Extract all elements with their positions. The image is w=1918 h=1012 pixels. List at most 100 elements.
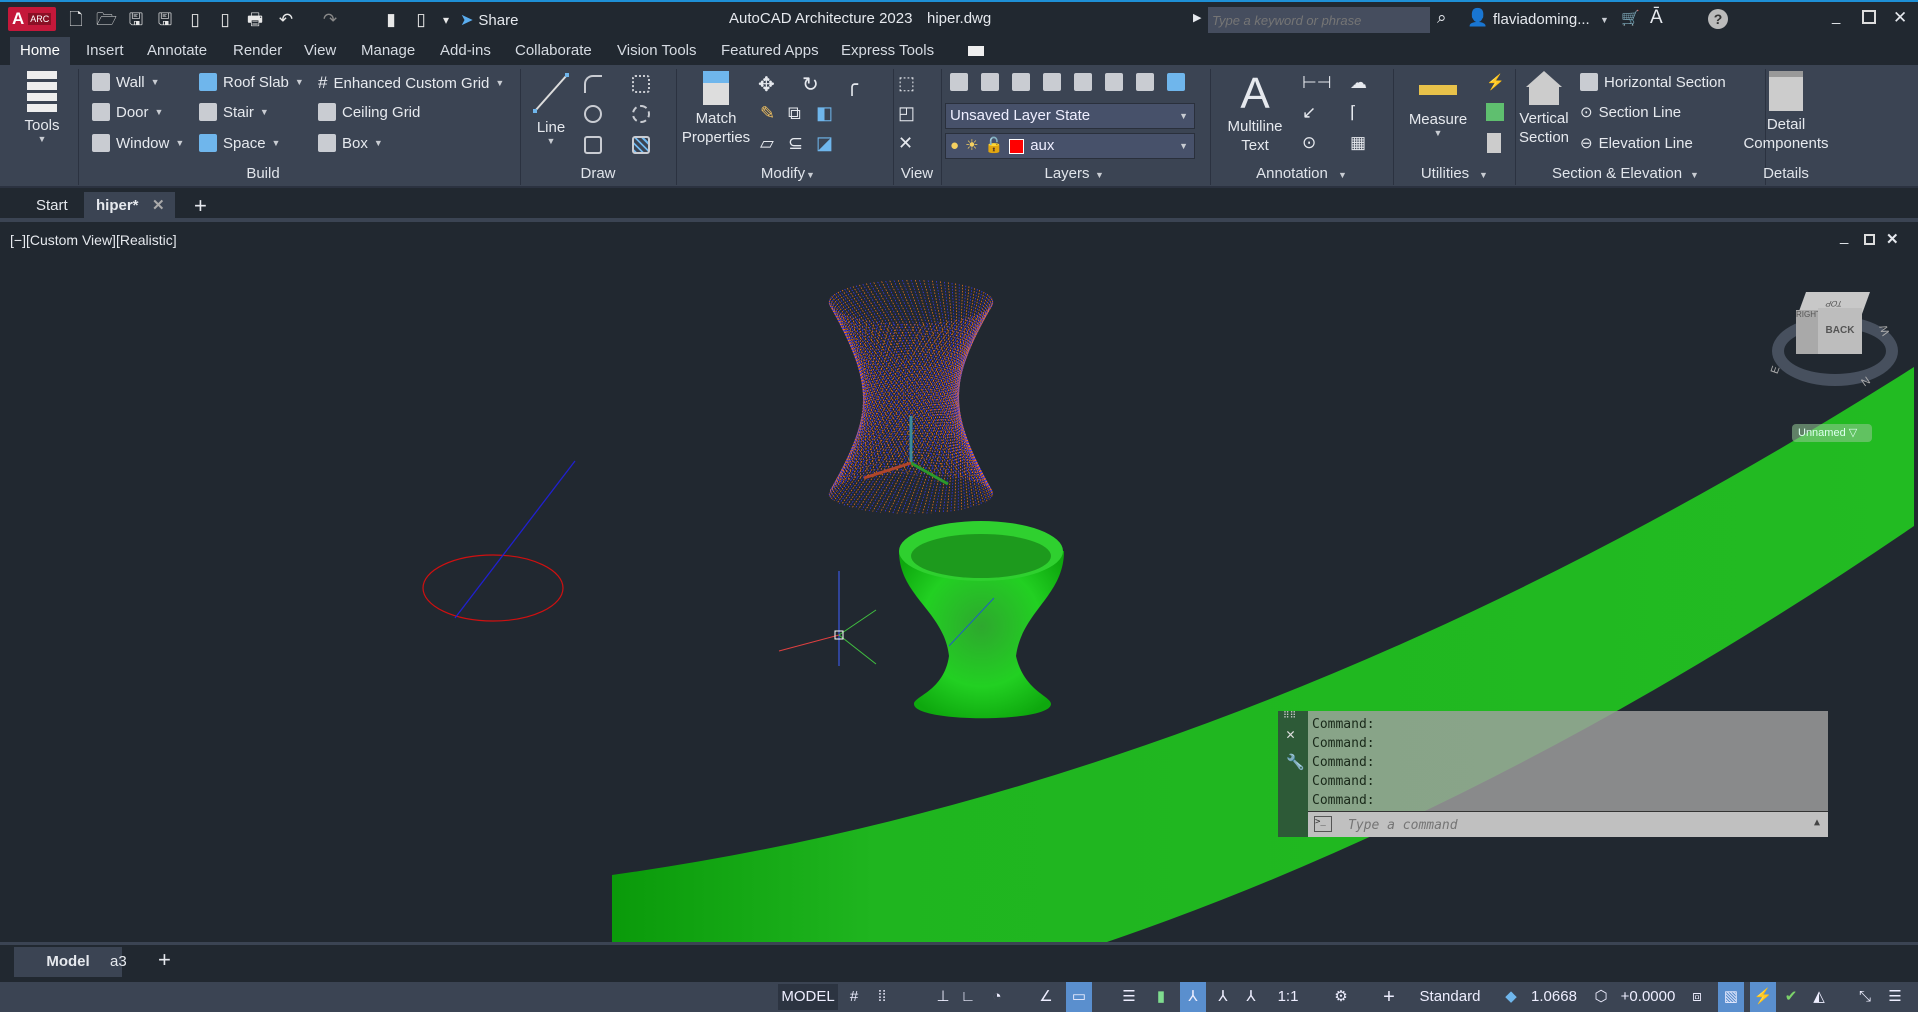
view-extents-icon[interactable]: ✕: [898, 133, 913, 154]
annotation-visibility-icon[interactable]: ⅄: [1180, 982, 1206, 1012]
user-name[interactable]: flaviadoming...: [1493, 11, 1590, 28]
layer-properties-icon[interactable]: [950, 73, 968, 91]
isolate-objects-icon[interactable]: ⧈: [1686, 982, 1708, 1012]
section-panel-label[interactable]: Section & Elevation: [1552, 165, 1682, 182]
customize-icon[interactable]: ▾: [436, 10, 456, 30]
arc-icon[interactable]: [584, 75, 602, 93]
details-panel-label[interactable]: Details: [1763, 165, 1809, 182]
rotate-icon[interactable]: ↻: [802, 72, 819, 97]
utilities-panel-label[interactable]: Utilities: [1421, 165, 1469, 182]
app-logo[interactable]: A ARC: [8, 7, 56, 31]
view-plan-icon[interactable]: ◰: [898, 103, 915, 124]
viewcube[interactable]: E W N TOP RIGHT BACK: [1769, 286, 1900, 396]
polar-tracking-icon[interactable]: ◔: [985, 982, 1009, 1012]
tab-render[interactable]: Render: [223, 37, 292, 65]
stretch-icon[interactable]: ▱: [760, 133, 774, 154]
blue-line[interactable]: [454, 460, 576, 619]
model-space-toggle[interactable]: MODEL: [778, 982, 838, 1012]
ortho-icon[interactable]: ∟: [957, 982, 979, 1012]
tag-icon[interactable]: ⊙: [1302, 133, 1316, 153]
open-web-icon[interactable]: ▯: [185, 10, 205, 30]
view-3d-icon[interactable]: ⬚: [898, 73, 915, 94]
redo-icon[interactable]: ↷: [320, 10, 340, 30]
close-tab-icon[interactable]: ✕: [152, 192, 165, 220]
clean-screen-check-icon[interactable]: ✔: [1780, 982, 1802, 1012]
fillet-icon[interactable]: ╭: [846, 72, 858, 97]
save-web-icon[interactable]: ▯: [215, 10, 235, 30]
model-tab[interactable]: Model: [14, 947, 122, 977]
transparency-icon[interactable]: ▮: [1150, 982, 1172, 1012]
table-icon[interactable]: ▦: [1350, 133, 1366, 153]
close-command-icon[interactable]: ✕: [1286, 725, 1295, 743]
sheet-icon[interactable]: ▮: [381, 10, 401, 30]
ellipse-icon[interactable]: [632, 105, 650, 123]
layer-walk-icon[interactable]: [1136, 73, 1154, 91]
search-input[interactable]: [1208, 7, 1430, 33]
line-button[interactable]: Line ▼: [530, 71, 572, 146]
calculator-icon[interactable]: [1487, 133, 1501, 153]
tab-add-ins[interactable]: Add-ins: [430, 37, 501, 65]
revcloud-icon[interactable]: ☁: [1350, 73, 1367, 93]
mirror-icon[interactable]: ◧: [816, 103, 833, 124]
tab-annotate[interactable]: Annotate: [137, 37, 217, 65]
customize-wrench-icon[interactable]: 🔧: [1286, 753, 1305, 771]
point-icon[interactable]: [632, 75, 650, 93]
build-panel-label[interactable]: Build: [246, 165, 279, 182]
match-properties-button[interactable]: Match Properties: [680, 71, 752, 147]
circle-icon[interactable]: [584, 105, 602, 123]
offset-icon[interactable]: ⊆: [788, 133, 803, 154]
quick-select-icon[interactable]: ⚡: [1486, 73, 1505, 91]
select-similar-icon[interactable]: [1486, 103, 1504, 121]
cube-face-back[interactable]: BACK: [1818, 308, 1862, 354]
door-button[interactable]: Door ▼: [92, 103, 163, 121]
command-window[interactable]: ⠿⠿ ✕ 🔧 Command: Command: Command: Comman…: [1278, 711, 1828, 837]
graphics-icon[interactable]: ◭: [1808, 982, 1830, 1012]
rectangle-icon[interactable]: [584, 136, 602, 154]
erase-icon[interactable]: ✎: [760, 103, 775, 124]
user-icon[interactable]: 👤: [1467, 8, 1488, 28]
snap-toggle-icon[interactable]: ⁞⁞: [870, 982, 894, 1012]
view-panel-label[interactable]: View: [901, 165, 933, 182]
elevation-label-icon[interactable]: ⌈: [1350, 103, 1357, 123]
tab-manage[interactable]: Manage: [351, 37, 425, 65]
move-icon[interactable]: ✥: [758, 72, 775, 97]
vertical-section-button[interactable]: Vertical Section: [1518, 71, 1570, 147]
units-icon[interactable]: +: [1378, 982, 1400, 1012]
close-button[interactable]: ✕: [1893, 8, 1907, 28]
quick-properties-icon[interactable]: ⚡: [1750, 982, 1776, 1012]
command-input[interactable]: [1348, 814, 1788, 836]
layer-state-dropdown[interactable]: Unsaved Layer State ▼: [945, 103, 1195, 129]
grid-toggle-icon[interactable]: #: [842, 982, 866, 1012]
a3-tab[interactable]: a3: [110, 953, 127, 970]
layers-panel-label[interactable]: Layers: [1044, 165, 1089, 182]
tab-express-tools[interactable]: Express Tools: [831, 37, 944, 65]
red-ellipse[interactable]: [422, 554, 564, 622]
space-button[interactable]: Space ▼: [199, 134, 280, 152]
horizontal-section-button[interactable]: Horizontal Section: [1580, 73, 1726, 91]
save-icon[interactable]: 🖫: [126, 10, 146, 30]
green-band-surface[interactable]: [612, 367, 1914, 942]
annotation-panel-label[interactable]: Annotation: [1256, 165, 1328, 182]
wireframe-hyperboloid[interactable]: [828, 279, 994, 514]
add-layout-button[interactable]: +: [158, 947, 171, 973]
start-tab[interactable]: Start: [24, 192, 80, 220]
workspace-icon[interactable]: ▯: [411, 10, 431, 30]
command-prompt-icon[interactable]: >_: [1314, 816, 1332, 832]
ribbon-minimize-icon[interactable]: [968, 46, 984, 56]
tab-view[interactable]: View: [294, 37, 346, 65]
expand-arrow-icon[interactable]: ▶: [1193, 11, 1201, 24]
customization-menu-icon[interactable]: ☰: [1884, 982, 1906, 1012]
multiline-text-button[interactable]: A Multiline Text: [1222, 71, 1288, 155]
layer-lock-icon[interactable]: [1105, 73, 1123, 91]
section-line-button[interactable]: ⊙ Section Line: [1580, 103, 1681, 122]
layer-isolate-icon[interactable]: [1167, 73, 1185, 91]
new-icon[interactable]: 🗋: [66, 10, 86, 30]
layer-freeze-icon[interactable]: [1043, 73, 1061, 91]
elevation-value[interactable]: +0.0000: [1616, 982, 1680, 1012]
tab-vision-tools[interactable]: Vision Tools: [607, 37, 707, 65]
leader-icon[interactable]: ↙: [1302, 103, 1316, 123]
wall-button[interactable]: Wall ▼: [92, 73, 160, 91]
minimize-button[interactable]: _: [1832, 8, 1840, 25]
open-icon[interactable]: 🗁: [96, 10, 117, 30]
window-button[interactable]: Window ▼: [92, 134, 184, 152]
